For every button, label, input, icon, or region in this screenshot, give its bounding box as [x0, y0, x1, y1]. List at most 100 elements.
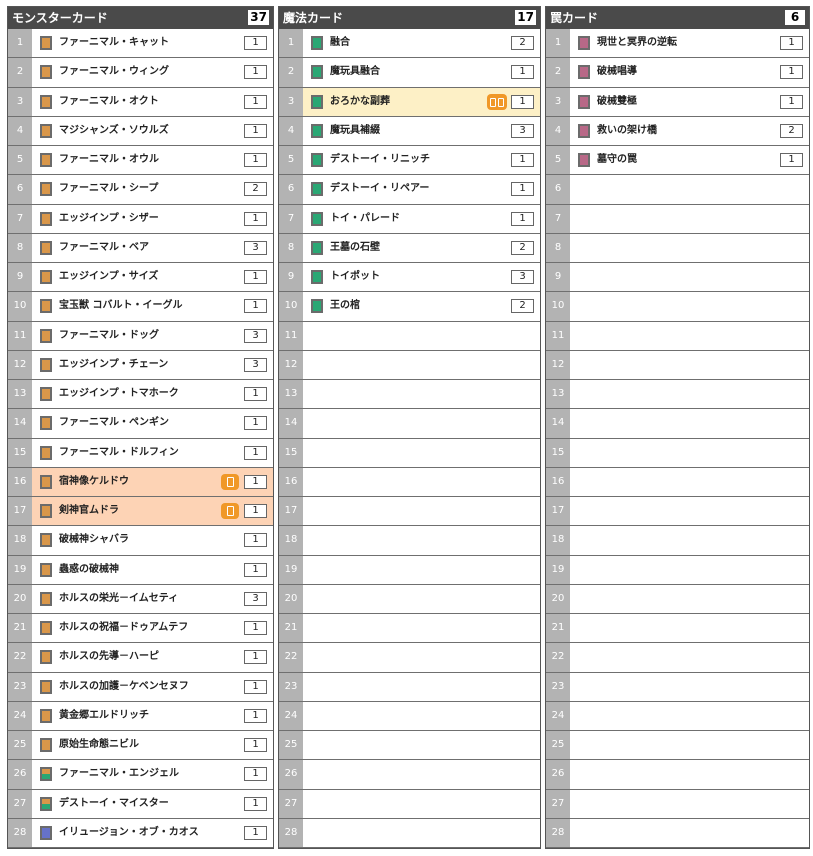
quantity-box[interactable]: 1 [780, 153, 803, 167]
card-name[interactable]: 融合 [330, 29, 350, 57]
quantity-box[interactable]: 1 [511, 211, 534, 226]
quantity-box[interactable]: 1 [244, 387, 267, 401]
card-name[interactable]: 黄金郷エルドリッチ [59, 702, 149, 730]
card-name[interactable]: 宝玉獣 コバルト・イーグル [59, 292, 182, 320]
card-row[interactable]: 19 蟲惑の破械神 1 [8, 555, 273, 585]
card-row[interactable]: 4 魔玩具補綴 3 [279, 116, 540, 146]
quantity-box[interactable]: 1 [511, 182, 534, 197]
card-name[interactable]: エッジインプ・サイズ [59, 263, 158, 291]
quantity-box[interactable]: 3 [244, 240, 267, 255]
quantity-box[interactable]: 1 [244, 708, 267, 723]
quantity-box[interactable]: 1 [511, 94, 534, 109]
card-row[interactable]: 8 王墓の石壁 2 [279, 233, 540, 263]
card-name[interactable]: エッジインプ・シザー [59, 205, 159, 233]
card-row[interactable]: 1 融合 2 [279, 29, 540, 59]
quantity-box[interactable]: 1 [244, 445, 267, 460]
card-row[interactable]: 6 ファーニマル・シープ 2 [8, 175, 273, 205]
single-card-icon[interactable] [221, 503, 239, 519]
quantity-box[interactable]: 1 [244, 270, 267, 284]
quantity-box[interactable]: 2 [511, 240, 534, 255]
card-row[interactable]: 15 ファーニマル・ドルフィン 1 [8, 438, 273, 468]
quantity-box[interactable]: 1 [780, 65, 803, 80]
quantity-box[interactable]: 1 [244, 153, 267, 167]
card-row[interactable]: 9 エッジインプ・サイズ 1 [8, 263, 273, 293]
quantity-box[interactable]: 1 [244, 299, 267, 314]
card-row[interactable]: 1 ファーニマル・キャット 1 [8, 29, 273, 59]
quantity-box[interactable]: 3 [511, 123, 534, 138]
quantity-box[interactable]: 2 [511, 36, 534, 50]
card-name[interactable]: 破械唱導 [597, 58, 637, 86]
card-row[interactable]: 1 現世と冥界の逆転 1 [546, 29, 809, 59]
card-name[interactable]: ファーニマル・ウィング [59, 58, 169, 86]
quantity-box[interactable]: 1 [244, 825, 267, 840]
quantity-box[interactable]: 1 [244, 123, 267, 138]
card-row[interactable]: 10 宝玉獣 コバルト・イーグル 1 [8, 292, 273, 322]
card-name[interactable]: ファーニマル・キャット [59, 29, 169, 57]
card-name[interactable]: 破械神シャバラ [59, 526, 129, 554]
card-row[interactable]: 27 デストーイ・マイスター 1 [8, 789, 273, 819]
card-row[interactable]: 5 ファーニマル・オウル 1 [8, 146, 273, 176]
card-row[interactable]: 12 エッジインプ・チェーン 3 [8, 350, 273, 380]
card-name[interactable]: ホルスの加護－ケベンセヌフ [59, 673, 189, 701]
quantity-box[interactable]: 1 [244, 562, 267, 577]
card-row[interactable]: 10 王の棺 2 [279, 292, 540, 322]
card-name[interactable]: デストーイ・マイスター [59, 790, 169, 818]
card-name[interactable]: エッジインプ・チェーン [59, 351, 168, 379]
card-row[interactable]: 3 おろかな副葬 1 [279, 87, 540, 117]
quantity-box[interactable]: 3 [511, 270, 534, 284]
card-name[interactable]: おろかな副葬 [330, 88, 390, 116]
card-row[interactable]: 25 原始生命態ニビル 1 [8, 731, 273, 761]
card-name[interactable]: ファーニマル・ドルフィン [59, 439, 179, 467]
card-row[interactable]: 4 マジシャンズ・ソウルズ 1 [8, 116, 273, 146]
quantity-box[interactable]: 1 [244, 796, 267, 811]
quantity-box[interactable]: 1 [780, 94, 803, 109]
card-row[interactable]: 5 墓守の罠 1 [546, 146, 809, 176]
card-name[interactable]: ファーニマル・エンジェル [59, 760, 179, 788]
card-name[interactable]: ファーニマル・ドッグ [59, 322, 159, 350]
card-row[interactable]: 2 破械唱導 1 [546, 58, 809, 88]
quantity-box[interactable]: 1 [244, 416, 267, 431]
quantity-box[interactable]: 1 [511, 153, 534, 167]
card-name[interactable]: ファーニマル・オウル [59, 146, 159, 174]
card-name[interactable]: デストーイ・リペアー [330, 175, 429, 203]
card-row[interactable]: 14 ファーニマル・ペンギン 1 [8, 409, 273, 439]
card-row[interactable]: 18 破械神シャバラ 1 [8, 526, 273, 556]
card-row[interactable]: 11 ファーニマル・ドッグ 3 [8, 321, 273, 351]
card-name[interactable]: 剣神官ムドラ [59, 497, 119, 525]
card-row[interactable]: 17 剣神官ムドラ 1 [8, 497, 273, 527]
card-name[interactable]: 破械雙極 [597, 88, 637, 116]
card-row[interactable]: 21 ホルスの祝福－ドゥアムテフ 1 [8, 614, 273, 644]
card-name[interactable]: マジシャンズ・ソウルズ [59, 117, 169, 145]
card-name[interactable]: ファーニマル・ペンギン [59, 409, 169, 437]
quantity-box[interactable]: 1 [244, 65, 267, 80]
card-row[interactable]: 9 トイポット 3 [279, 263, 540, 293]
quantity-box[interactable]: 3 [244, 328, 267, 343]
quantity-box[interactable]: 1 [511, 65, 534, 80]
card-name[interactable]: ホルスの祝福－ドゥアムテフ [59, 614, 188, 642]
quantity-box[interactable]: 3 [244, 591, 267, 606]
card-row[interactable]: 3 破械雙極 1 [546, 87, 809, 117]
card-name[interactable]: イリュージョン・オブ・カオス [59, 819, 199, 847]
card-row[interactable]: 2 ファーニマル・ウィング 1 [8, 58, 273, 88]
card-name[interactable]: 救いの架け橋 [597, 117, 657, 145]
card-name[interactable]: エッジインプ・トマホーク [59, 380, 179, 408]
card-name[interactable]: 現世と冥界の逆転 [597, 29, 677, 57]
quantity-box[interactable]: 1 [244, 533, 267, 548]
card-name[interactable]: 蟲惑の破械神 [59, 556, 119, 584]
card-row[interactable]: 5 デストーイ・リニッチ 1 [279, 146, 540, 176]
card-row[interactable]: 20 ホルスの栄光－イムセティ 3 [8, 584, 273, 614]
card-name[interactable]: 宿神像ケルドウ [59, 468, 129, 496]
card-name[interactable]: ファーニマル・ベア [59, 234, 149, 262]
card-row[interactable]: 26 ファーニマル・エンジェル 1 [8, 760, 273, 790]
card-name[interactable]: ホルスの栄光－イムセティ [59, 585, 178, 613]
card-name[interactable]: 王の棺 [330, 292, 360, 320]
quantity-box[interactable]: 1 [244, 767, 267, 782]
card-row[interactable]: 28 イリュージョン・オブ・カオス 1 [8, 818, 273, 848]
card-row[interactable]: 16 宿神像ケルドウ 1 [8, 467, 273, 497]
quantity-box[interactable]: 1 [244, 738, 267, 752]
quantity-box[interactable]: 1 [244, 36, 267, 50]
card-row[interactable]: 24 黄金郷エルドリッチ 1 [8, 701, 273, 731]
card-name[interactable]: トイポット [330, 263, 380, 291]
card-name[interactable]: 魔玩具融合 [330, 58, 380, 86]
quantity-box[interactable]: 1 [244, 211, 267, 226]
